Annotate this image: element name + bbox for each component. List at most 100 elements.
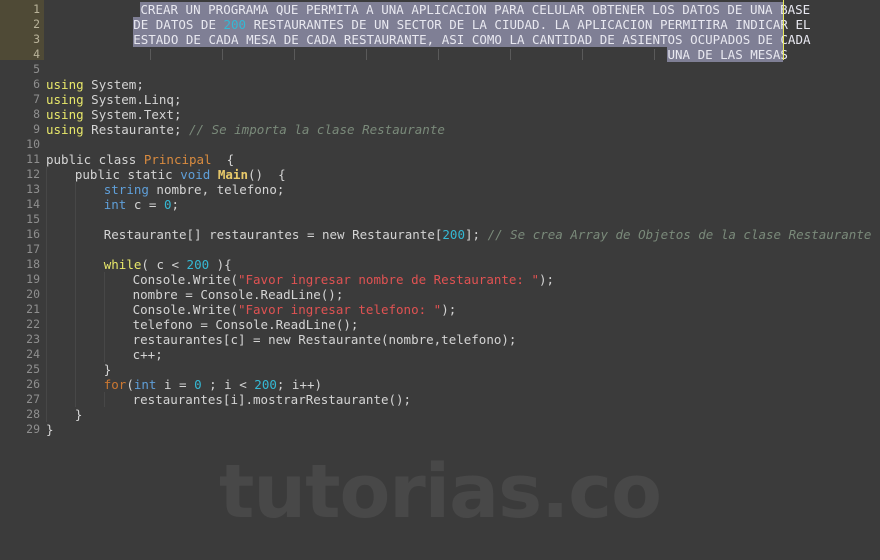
line-number: 23 [26,332,40,346]
code-line[interactable]: 27 restaurantes[i].mostrarRestaurante(); [0,392,880,407]
code-line[interactable]: 20 nombre = Console.ReadLine(); [0,287,880,302]
code-token: Restaurante[] restaurantes = new Restaur… [103,227,443,242]
code-token: ; [171,197,180,212]
code-line[interactable]: 5 [0,62,880,77]
code-token: string [103,182,149,197]
code-token: Principal [143,152,212,167]
code-token: // Se importa la clase Restaurante [189,122,445,137]
code-token: using [46,92,84,107]
code-line[interactable]: 22 telefono = Console.ReadLine(); [0,317,880,332]
code-token: void [180,167,211,182]
code-token: ( [126,377,134,392]
code-token: Restaurante; [83,122,189,137]
code-line[interactable]: 24 c++; [0,347,880,362]
code-token: ); [441,302,457,317]
line-content: using Restaurante; // Se importa la clas… [46,122,445,137]
code-line[interactable]: 8 using System.Text; [0,107,880,122]
code-token: Console.Write( [132,272,238,287]
code-line[interactable]: 18 while( c < 200 ){ [0,257,880,272]
line-content: public class Principal { [46,152,234,167]
code-line[interactable]: 12 public static void Main() { [0,167,880,182]
code-token: using [46,122,84,137]
code-token: using [46,107,84,122]
line-number: 1 [33,2,40,16]
line-number: 14 [26,197,40,211]
code-token: System; [83,77,144,92]
code-line[interactable]: 9 using Restaurante; // Se importa la cla… [0,122,880,137]
code-token: System.Text; [83,107,182,122]
line-content: Restaurante[] restaurantes = new Restaur… [104,227,872,242]
code-token: // Se crea Array de Objetos de la clase … [487,227,872,242]
code-line[interactable]: 14 int c = 0; [0,197,880,212]
line-content: using System.Linq; [46,92,181,107]
code-token: ]; [464,227,488,242]
line-content: public static void Main() { [75,167,286,182]
code-line[interactable]: 13 string nombre, telefono; [0,182,880,197]
line-number: 7 [33,92,40,106]
line-content: nombre = Console.ReadLine(); [133,287,344,302]
line-content: restaurantes[c] = new Restaurante(nombre… [133,332,517,347]
code-token: c++; [132,347,163,362]
line-number: 28 [26,407,40,421]
line-number: 22 [26,317,40,331]
code-token: 0 [163,197,172,212]
line-content: ESTADO DE CADA MESA DE CADA RESTAURANTE,… [133,32,810,47]
comment-text: DE DATOS DE [133,17,224,32]
code-line[interactable]: 2 DE DATOS DE 200 RESTAURANTES DE UN SECT… [0,17,880,32]
code-token: 200 [186,257,210,272]
line-number: 18 [26,257,40,271]
code-line[interactable]: 4 UNA DE LAS MESAS [0,47,880,62]
line-content: DE DATOS DE 200 RESTAURANTES DE UN SECTO… [133,17,810,32]
line-number: 15 [26,212,40,226]
code-token: ; i++) [276,377,323,392]
code-line[interactable]: 19 Console.Write("Favor ingresar nombre d… [0,272,880,287]
code-line[interactable]: 11 public class Principal { [0,152,880,167]
line-content: UNA DE LAS MESAS [667,47,787,62]
code-token: i = [156,377,195,392]
line-number: 6 [33,77,40,91]
code-token: telefono = Console.ReadLine(); [132,317,359,332]
code-token: () { [247,167,286,182]
code-line[interactable]: 17 [0,242,880,257]
code-line[interactable]: 21 Console.Write("Favor ingresar telefono… [0,302,880,317]
line-number: 17 [26,242,40,256]
code-line[interactable]: 23 restaurantes[c] = new Restaurante(nomb… [0,332,880,347]
line-number: 5 [33,62,40,76]
line-number: 27 [26,392,40,406]
line-number: 11 [26,152,40,166]
code-token: 0 [194,377,202,392]
line-content: } [104,362,112,377]
code-line[interactable]: 15 [0,212,880,227]
code-line[interactable]: 7 using System.Linq; [0,92,880,107]
line-content: for(int i = 0 ; i < 200; i++) [104,377,322,392]
code-token: Console.Write( [132,302,238,317]
code-token: "Favor ingresar nombre de Restaurante: " [237,272,540,287]
code-token: Main [217,167,248,182]
line-number: 10 [26,137,40,151]
code-token: ); [539,272,555,287]
site-watermark: tutorias.co [219,449,662,535]
code-line[interactable]: 29} [0,422,880,437]
code-editor[interactable]: tutorias.co 1 CREAR UN PROGRAMA QUE PERMI… [0,0,880,560]
code-token: c = [126,197,164,212]
code-line[interactable]: 25} [0,362,880,377]
code-line[interactable]: 10 [0,137,880,152]
code-token: public class [46,152,144,167]
code-line[interactable]: 6 using System; [0,77,880,92]
code-token: restaurantes[i].mostrarRestaurante(); [132,392,412,407]
code-line[interactable]: 16 Restaurante[] restaurantes = new Resta… [0,227,880,242]
code-line[interactable]: 28} [0,407,880,422]
code-line[interactable]: 26 for(int i = 0 ; i < 200; i++) [0,377,880,392]
code-token: ( c < [141,257,187,272]
code-token: int [103,197,127,212]
line-content: CREAR UN PROGRAMA QUE PERMITA A UNA APLI… [140,2,810,17]
line-content: Console.Write("Favor ingresar nombre de … [133,272,554,287]
code-line[interactable]: 1 CREAR UN PROGRAMA QUE PERMITA A UNA APL… [0,2,880,17]
line-number: 2 [33,17,40,31]
code-line[interactable]: 3 ESTADO DE CADA MESA DE CADA RESTAURANTE… [0,32,880,47]
code-token: System.Linq; [83,92,182,107]
line-content: Console.Write("Favor ingresar telefono: … [133,302,457,317]
code-token: 200 [254,377,277,392]
line-content: restaurantes[i].mostrarRestaurante(); [133,392,411,407]
